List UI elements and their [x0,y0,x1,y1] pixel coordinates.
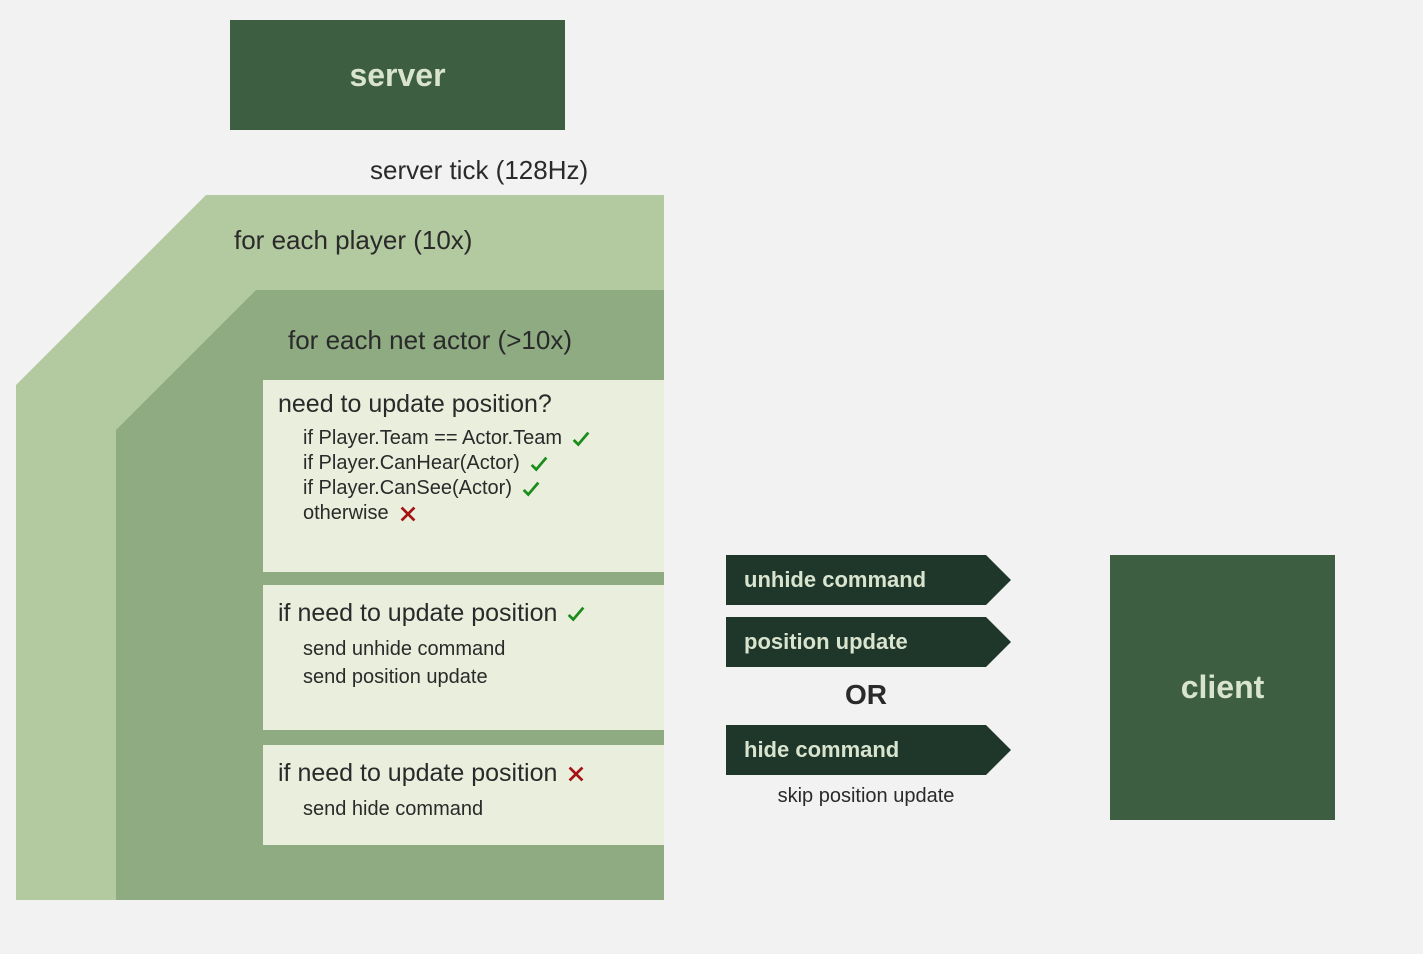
condition-hear-text: if Player.CanHear(Actor) [303,452,520,475]
outer-loop-label: for each player (10x) [234,225,472,256]
arrow-hide-label: hide command [744,737,899,763]
arrow-unhide-label: unhide command [744,567,926,593]
cross-icon [565,763,587,785]
or-label: OR [726,679,1006,711]
falsy-title: if need to update position [278,759,557,788]
condition-see-text: if Player.CanSee(Actor) [303,477,512,500]
inner-loop-label: for each net actor (>10x) [288,325,572,356]
truthy-title: if need to update position [278,599,557,628]
arrow-group: unhide command position update OR hide c… [726,555,1006,808]
server-label: server [349,57,445,94]
checkmark-icon [570,428,592,450]
condition-otherwise: otherwise [303,502,649,525]
truthy-title-row: if need to update position [278,599,649,628]
inner-loop-block: for each net actor (>10x) need to update… [116,290,664,900]
cross-icon [397,503,419,525]
arrow-unhide: unhide command [726,555,986,605]
outer-loop-block: for each player (10x) for each net actor… [16,195,664,900]
checkmark-icon [565,603,587,625]
checkmark-icon [520,478,542,500]
condition-otherwise-text: otherwise [303,502,389,525]
truthy-box: if need to update position send unhide c… [263,585,664,730]
skip-label: skip position update [726,785,1006,808]
falsy-box: if need to update position send hide com… [263,745,664,845]
arrow-position: position update [726,617,986,667]
action-position: send position update [303,666,649,689]
decision-title: need to update position? [278,390,649,419]
arrow-hide: hide command [726,725,986,775]
client-label: client [1181,669,1265,706]
falsy-title-row: if need to update position [278,759,649,788]
client-box: client [1110,555,1335,820]
condition-team-text: if Player.Team == Actor.Team [303,427,562,450]
condition-see: if Player.CanSee(Actor) [303,477,649,500]
action-unhide: send unhide command [303,638,649,661]
condition-team: if Player.Team == Actor.Team [303,427,649,450]
decision-box: need to update position? if Player.Team … [263,380,664,572]
checkmark-icon [528,453,550,475]
server-box: server [230,20,565,130]
arrow-position-label: position update [744,629,908,655]
action-hide: send hide command [303,798,649,821]
server-tick-label: server tick (128Hz) [370,155,588,186]
condition-hear: if Player.CanHear(Actor) [303,452,649,475]
